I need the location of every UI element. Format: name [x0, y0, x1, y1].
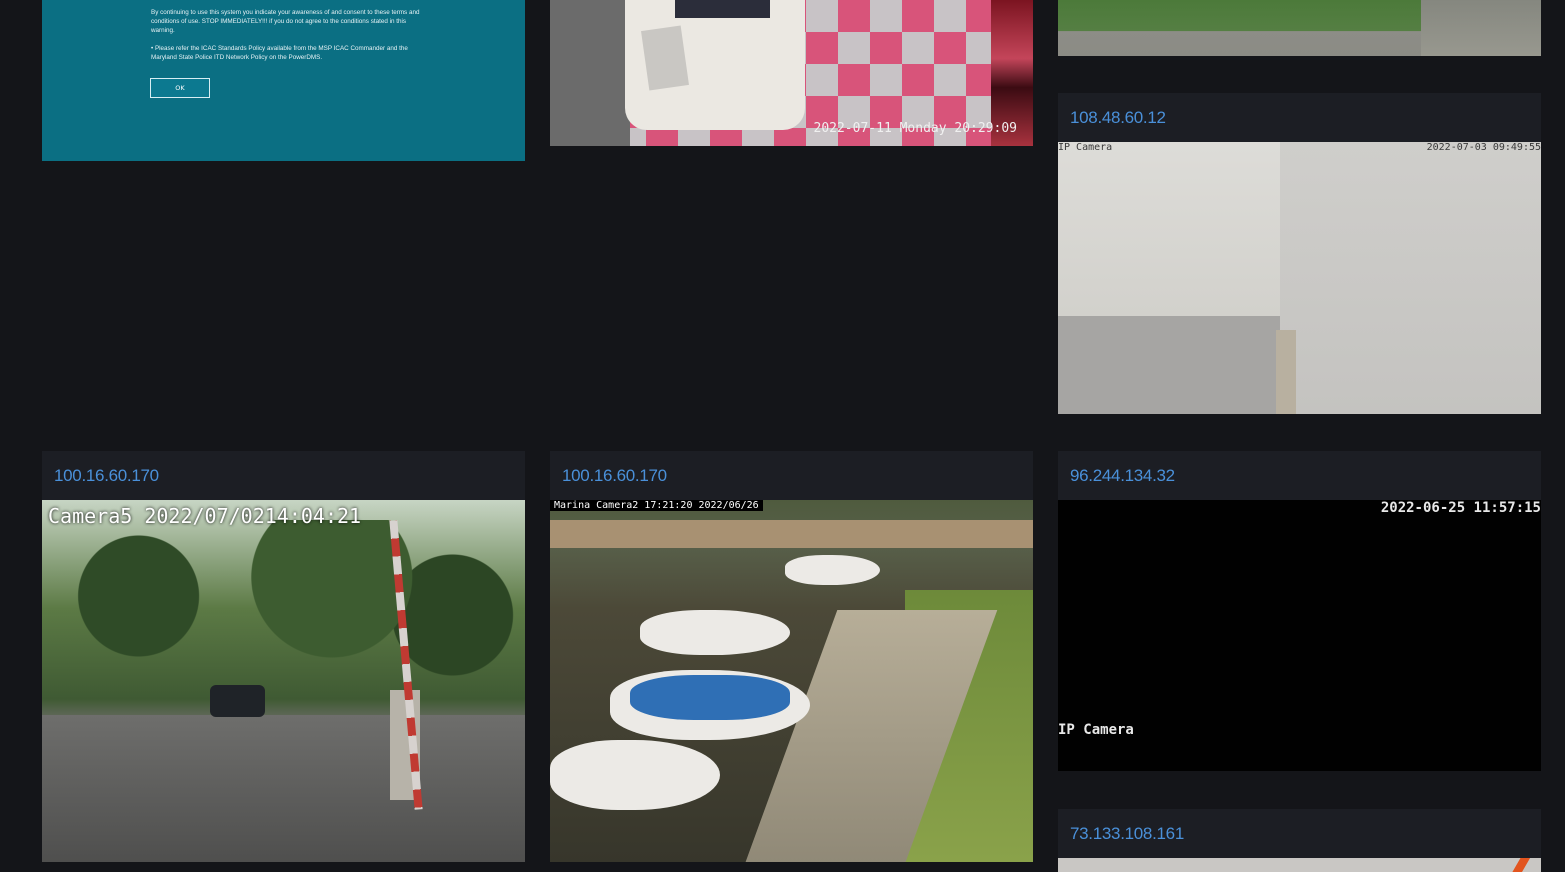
banner-ok-button: OK — [150, 78, 210, 98]
feed-image-region — [550, 520, 1033, 548]
camera-card: 73.133.108.161 — [1058, 809, 1541, 858]
camera-ip-link[interactable]: 100.16.60.170 — [550, 451, 1033, 500]
feed-image-region — [630, 675, 790, 720]
feed-image-region — [785, 555, 880, 585]
banner-text: By continuing to use this system you ind… — [151, 8, 421, 62]
camera-feed-partial[interactable] — [1058, 858, 1541, 872]
camera-ip-link[interactable]: 108.48.60.12 — [1058, 93, 1541, 142]
camera-feed-login-banner[interactable]: By continuing to use this system you ind… — [42, 0, 525, 161]
camera-card: 96.244.134.32 — [1058, 451, 1541, 500]
feed-timestamp: 2022-07-11 Monday 20:29:09 — [813, 121, 1018, 136]
camera-card: 100.16.60.170 — [550, 451, 1033, 500]
camera-feed-wall[interactable]: IP Camera 2022-07-03 09:49:55 — [1058, 142, 1541, 414]
feed-image-region — [675, 0, 770, 18]
camera-card: 100.16.60.170 — [42, 451, 525, 500]
feed-image-region — [641, 25, 689, 91]
feed-image-region — [42, 520, 525, 710]
feed-image-region — [42, 715, 525, 862]
camera-ip-link[interactable]: 100.16.60.170 — [42, 451, 525, 500]
feed-label: IP Camera — [1058, 722, 1134, 738]
feed-image-region — [1058, 316, 1280, 414]
camera-feed-dark[interactable]: 2022-06-25 11:57:15 IP Camera — [1058, 500, 1541, 771]
feed-image-region — [1276, 330, 1296, 414]
camera-feed-marina[interactable]: Marina Camera2 17:21:20 2022/06/26 — [550, 500, 1033, 862]
camera-ip-link[interactable]: 73.133.108.161 — [1058, 809, 1541, 858]
banner-paragraph: By continuing to use this system you ind… — [151, 9, 420, 34]
feed-image-region — [1501, 858, 1541, 872]
feed-timestamp: 2022-06-25 11:57:15 — [1380, 500, 1541, 516]
camera-ip-link[interactable]: 96.244.134.32 — [1058, 451, 1541, 500]
camera-card: 108.48.60.12 — [1058, 93, 1541, 142]
feed-image-region — [640, 610, 790, 655]
feed-image-region — [550, 0, 630, 146]
feed-overlay-text: Camera5 2022/07/0214:04:21 — [48, 504, 362, 528]
feed-image-region — [210, 685, 265, 717]
camera-feed-gate[interactable]: Camera5 2022/07/0214:04:21 — [42, 500, 525, 862]
feed-image-region — [550, 740, 720, 810]
feed-image-region — [1058, 142, 1280, 316]
feed-timestamp: 2022-07-03 09:49:55 — [1426, 142, 1541, 153]
feed-label: IP Camera — [1058, 142, 1113, 153]
camera-feed-lawn[interactable] — [1058, 0, 1541, 56]
camera-feed-room[interactable]: 2022-07-11 Monday 20:29:09 — [550, 0, 1033, 146]
feed-image-region — [1421, 0, 1541, 56]
feed-overlay-text: Marina Camera2 17:21:20 2022/06/26 — [550, 500, 763, 511]
banner-paragraph: • Please refer the ICAC Standards Policy… — [151, 45, 408, 61]
